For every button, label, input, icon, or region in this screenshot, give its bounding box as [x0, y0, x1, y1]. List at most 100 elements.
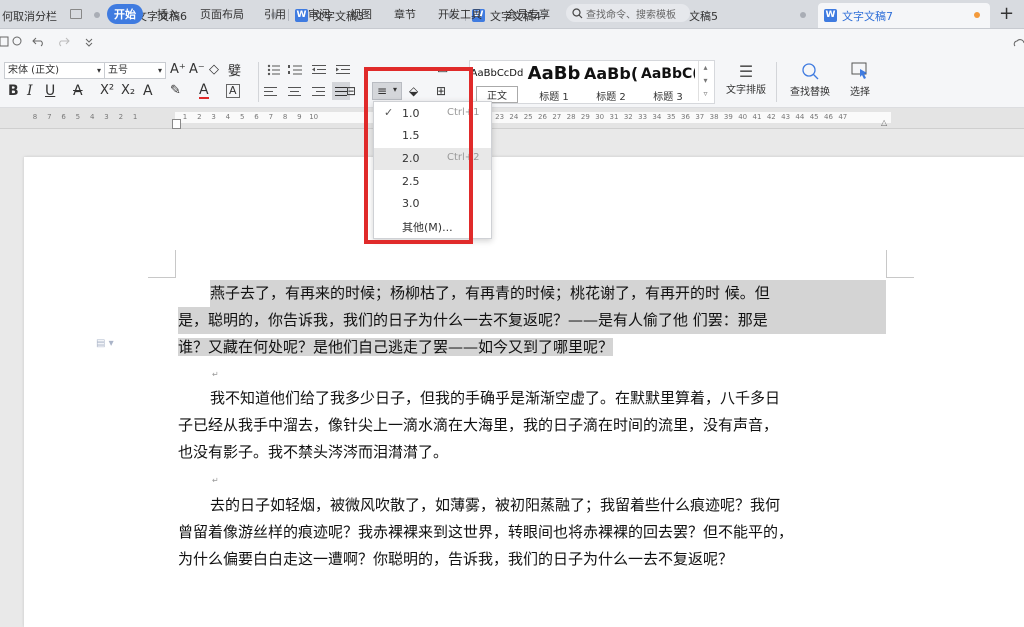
ruler-tick: 31 [609, 113, 619, 121]
search-icon [572, 7, 583, 18]
numbering-icon [288, 65, 302, 75]
paragraph-layout-icon[interactable]: ▤ ▾ [96, 338, 114, 349]
bold-icon[interactable]: B [8, 83, 19, 99]
bullets-icon [267, 64, 280, 76]
ruler-tick: 36 [681, 113, 690, 121]
highlight-icon[interactable]: ✎ [170, 83, 181, 98]
selected-text: 谁？又藏在何处呢？是他们自己逃走了罢——如今又到了哪里呢？ [178, 338, 614, 356]
ruler-tick: 9 [297, 113, 302, 121]
style-label: 标题 3 [653, 92, 683, 103]
shrink-font-icon[interactable]: A⁻ [189, 62, 205, 77]
quick-access-toolbar [0, 36, 93, 47]
font-size-value: 五号 [108, 65, 128, 76]
underline-icon[interactable]: U [45, 83, 55, 99]
ruler-tick: 2 [118, 113, 124, 121]
text-layout-label: 文字排版 [726, 85, 766, 96]
text-line: 子已经从我手中溜去，像针尖上一滴水滴在大海里，我的日子滴在时间的流里，没有声音， [178, 416, 779, 434]
print-preview-icon [0, 36, 9, 47]
text-line: 燕子去了，有再来的时候；杨柳枯了，有再青的时候；桃花谢了，有再开的时 候。但 [210, 280, 886, 307]
wps-writer-icon: W [824, 9, 837, 22]
style-normal[interactable]: AaBbCcDd 正文 [470, 62, 524, 103]
clear-format-icon[interactable]: ◇ [209, 62, 219, 77]
ruler-tick: 6 [61, 113, 66, 121]
menu-section[interactable]: 章节 [394, 6, 416, 22]
text-layout-icon: ☰ [738, 62, 754, 81]
margin-corner-right [886, 250, 887, 278]
ruler-tick: 37 [695, 113, 705, 121]
ruler-tick: 44 [795, 113, 805, 121]
ruler-tick: 30 [595, 113, 605, 121]
grow-font-icon[interactable]: A⁺ [170, 62, 186, 77]
menu-view[interactable]: 视图 [350, 6, 372, 22]
menu-developer[interactable]: 开发工具 [438, 6, 482, 22]
select-cursor-icon [851, 62, 867, 79]
chevron-down-icon: ▾ [96, 66, 101, 75]
ruler-tick: 26 [538, 113, 547, 121]
align-center-icon [288, 87, 301, 96]
superscript-icon[interactable]: X² [100, 83, 114, 98]
distributed-align-icon[interactable]: ⊟ [346, 84, 356, 98]
unsaved-dot[interactable] [974, 12, 980, 18]
styles-scroll[interactable]: ▴ ▾ ▿ [698, 61, 712, 101]
style-heading1[interactable]: AaBb 标题 1 [527, 62, 581, 103]
ruler-tick: 43 [781, 113, 791, 121]
phonetic-guide-icon[interactable]: 嬖 [228, 60, 241, 79]
font-name-select[interactable]: 宋体 (正文) ▾ [4, 62, 105, 79]
paragraph-3: 去的日子如轻烟，被微风吹散了，如薄雾，被初阳蒸融了；我留着些什么痕迹呢？我何 曾… [178, 492, 886, 573]
tab-doc-5-active[interactable]: W 文字文稿7 [818, 3, 990, 28]
tab-close-dot[interactable] [800, 12, 806, 18]
ruler-tick: 3 [104, 113, 109, 121]
text-line: 也没有影子。我不禁头涔涔而泪潸潸了。 [178, 443, 449, 461]
menu-review[interactable]: 审阅 [308, 6, 330, 22]
text-line: 去的日子如轻烟，被微风吹散了，如薄雾，被初阳蒸融了；我留着些什么痕迹呢？我何 [210, 496, 781, 514]
text-line: 为什么偏要白白走这一遭啊？你聪明的，告诉我，我们的日子为什么一去不复返呢？ [178, 550, 734, 568]
select-button[interactable]: 选择 [843, 62, 877, 98]
undo-icon [32, 37, 43, 47]
font-size-select[interactable]: 五号 ▾ [104, 62, 166, 79]
indent-marker[interactable] [172, 119, 181, 129]
ruler-tick: 8 [282, 113, 288, 121]
ruler-tick: 42 [766, 113, 776, 121]
char-border-icon[interactable]: A [226, 84, 240, 98]
ruler-tick: 29 [580, 113, 590, 121]
ruler-tick: 7 [47, 113, 52, 121]
subscript-icon[interactable]: X₂ [121, 83, 135, 98]
ruler-tick: 35 [666, 113, 676, 121]
right-indent-marker[interactable]: △ [881, 118, 887, 127]
ruler-tick: 3 [211, 113, 216, 121]
align-left-icon [264, 87, 277, 96]
redo-icon [59, 37, 70, 47]
text-layout-button[interactable]: ☰ 文字排版 [724, 62, 768, 96]
new-tab-button[interactable]: + [999, 3, 1014, 24]
cloud-icon[interactable] [1012, 37, 1024, 49]
style-preview: AaBb [527, 63, 581, 84]
tab-doc-0[interactable]: 何取消分栏 [0, 3, 110, 28]
highlight-annotation-box [364, 67, 473, 244]
text-line: 曾留着像游丝样的痕迹呢？我赤裸裸来到这世界，转眼间也将赤裸裸的回去罢？但不能平的… [178, 523, 794, 541]
menu-home[interactable]: 开始 [107, 4, 143, 24]
ruler-tick: 39 [723, 113, 733, 121]
style-heading2[interactable]: AaBb( 标题 2 [584, 62, 638, 103]
ruler-tick: 7 [268, 113, 274, 121]
ruler-tick: 28 [566, 113, 576, 121]
menu-page-layout[interactable]: 页面布局 [200, 6, 244, 22]
ruler-tick: 5 [239, 113, 245, 121]
ruler-tick: 5 [75, 113, 81, 121]
ruler-tick: 45 [809, 113, 819, 121]
decrease-indent-icon [312, 65, 326, 74]
menu-insert[interactable]: 插入 [157, 6, 179, 22]
ruler-tick: 24 [509, 113, 519, 121]
font-color-icon[interactable]: A [199, 83, 209, 99]
find-replace-button[interactable]: 查找替换 [787, 62, 833, 98]
menu-membership[interactable]: 会员专享 [506, 6, 550, 22]
monitor-icon [70, 9, 82, 19]
italic-icon[interactable]: I [27, 83, 33, 99]
menu-references[interactable]: 引用 [264, 6, 286, 22]
tab-close-dot[interactable] [94, 12, 100, 18]
text-line: 是，聪明的，你告诉我，我们的日子为什么一去不复返呢？——是有人偷了他 们罢：那是 [178, 307, 886, 334]
ruler-tick: 32 [623, 113, 633, 121]
text-effect-icon[interactable]: A [143, 83, 153, 99]
style-heading3[interactable]: AaBbC( 标题 3 [641, 62, 695, 103]
command-search-input[interactable]: 查找命令、搜索模板 [566, 4, 690, 22]
strikethrough-icon[interactable]: A [73, 83, 83, 99]
